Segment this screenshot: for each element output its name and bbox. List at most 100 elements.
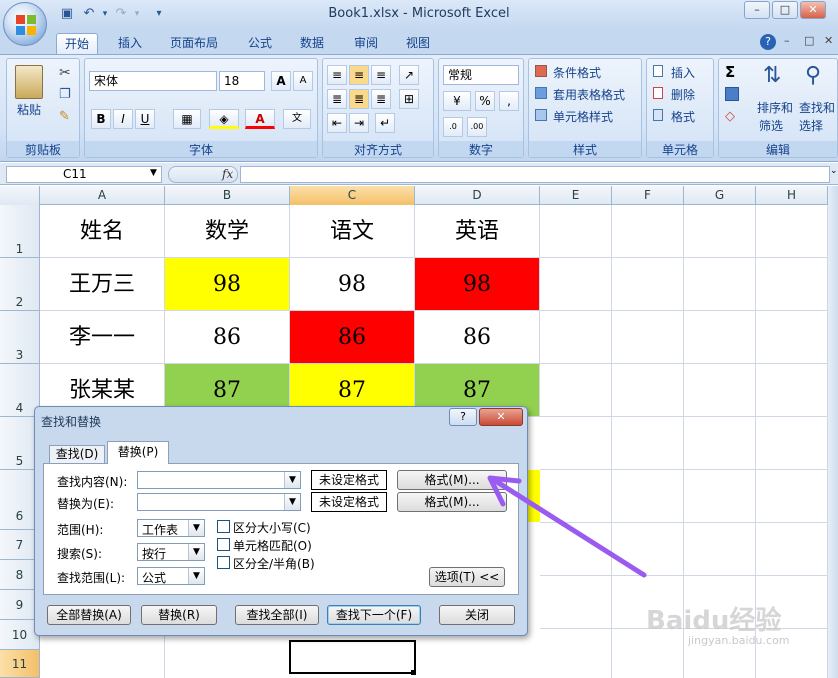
office-button[interactable] [3, 2, 47, 46]
cell-styles-button[interactable]: 单元格样式 [553, 108, 613, 125]
cell-c2[interactable]: 98 [290, 258, 415, 311]
cell-a3[interactable]: 李一一 [40, 311, 165, 364]
dialog-help-button[interactable]: ? [449, 408, 477, 426]
align-left-icon[interactable]: ≣ [327, 89, 347, 109]
fill-color-icon[interactable]: ◈ [209, 109, 239, 129]
clear-icon[interactable]: ◇ [725, 109, 735, 124]
cell-b3[interactable]: 86 [165, 311, 290, 364]
tab-find[interactable]: 查找(D) [49, 445, 105, 463]
replace-button[interactable]: 替换(R) [141, 605, 217, 625]
find-select-label-1[interactable]: 查找和 [799, 99, 835, 116]
sort-filter-label-2[interactable]: 筛选 [759, 117, 783, 134]
match-case-label[interactable]: 区分大小写(C) [233, 519, 311, 536]
name-box[interactable]: C11 [6, 166, 162, 183]
ribbon-close-icon[interactable]: ✕ [824, 34, 833, 47]
shrink-font-button[interactable]: A [293, 71, 313, 91]
phonetic-icon[interactable]: 文 [283, 109, 311, 129]
tab-formulas[interactable]: 公式 [240, 33, 280, 54]
paste-icon[interactable] [15, 65, 43, 99]
currency-icon[interactable]: ¥ [443, 91, 471, 111]
scope-dropdown-icon[interactable]: ▼ [188, 520, 204, 536]
insert-function-icon[interactable]: fx [222, 167, 233, 181]
options-button[interactable]: 选项(T) << [429, 567, 505, 587]
replace-format-button[interactable]: 格式(M)... [397, 492, 507, 512]
row-header-1[interactable]: 1 [0, 205, 40, 258]
name-box-dropdown-icon[interactable]: ▼ [150, 168, 157, 178]
formula-input[interactable] [240, 166, 830, 183]
bold-button[interactable]: B [91, 109, 111, 129]
column-header-a[interactable]: A [40, 186, 165, 205]
replace-all-button[interactable]: 全部替换(A) [47, 605, 131, 625]
increase-indent-icon[interactable]: ⇥ [349, 113, 369, 133]
row-header-3[interactable]: 3 [0, 311, 40, 364]
column-header-c[interactable]: C [290, 186, 415, 205]
cell-c1[interactable]: 语文 [290, 205, 415, 258]
active-cell-c11[interactable] [289, 640, 416, 674]
tab-view[interactable]: 视图 [398, 33, 438, 54]
conditional-format-button[interactable]: 条件格式 [553, 64, 601, 81]
cell-b1[interactable]: 数学 [165, 205, 290, 258]
search-dropdown-icon[interactable]: ▼ [188, 544, 204, 560]
underline-button[interactable]: U [135, 109, 155, 129]
dialog-close-x-icon[interactable]: ✕ [479, 408, 523, 426]
increase-decimal-icon[interactable]: .0 [443, 117, 463, 137]
tab-home[interactable]: 开始 [56, 33, 99, 54]
borders-icon[interactable]: ▦ [173, 109, 201, 129]
fill-icon[interactable] [725, 87, 739, 101]
column-header-b[interactable]: B [165, 186, 290, 205]
match-cell-label[interactable]: 单元格匹配(O) [233, 537, 312, 554]
cell-c3[interactable]: 86 [290, 311, 415, 364]
find-select-label-2[interactable]: 选择 [799, 117, 823, 134]
match-width-label[interactable]: 区分全/半角(B) [233, 555, 315, 572]
match-cell-checkbox[interactable] [217, 538, 230, 551]
replace-with-dropdown-icon[interactable]: ▼ [284, 494, 300, 510]
fill-handle[interactable] [411, 670, 416, 675]
expand-formula-icon[interactable]: ⌄ [830, 166, 838, 176]
cell-a1[interactable]: 姓名 [40, 205, 165, 258]
select-all-corner[interactable] [0, 186, 40, 205]
cell-a2[interactable]: 王万三 [40, 258, 165, 311]
wrap-text-icon[interactable]: ↵ [375, 113, 395, 133]
cell-b2[interactable]: 98 [165, 258, 290, 311]
match-case-checkbox[interactable] [217, 520, 230, 533]
paste-button[interactable]: 粘贴 [17, 101, 41, 118]
merge-center-icon[interactable]: ⊞ [399, 89, 419, 109]
column-header-h[interactable]: H [756, 186, 828, 205]
cell-d1[interactable]: 英语 [415, 205, 540, 258]
copy-icon[interactable]: ❐ [59, 87, 71, 102]
sort-filter-label-1[interactable]: 排序和 [757, 99, 793, 116]
close-window-button[interactable]: ✕ [800, 1, 826, 19]
column-header-d[interactable]: D [415, 186, 540, 205]
tab-data[interactable]: 数据 [292, 33, 332, 54]
find-what-dropdown-icon[interactable]: ▼ [284, 472, 300, 488]
align-bottom-icon[interactable]: ≡ [371, 65, 391, 85]
grow-font-button[interactable]: A [271, 71, 291, 91]
find-format-button[interactable]: 格式(M)... [397, 470, 507, 490]
maximize-button[interactable]: □ [772, 1, 798, 19]
search-select[interactable]: 按行 ▼ [137, 543, 205, 561]
vertical-scrollbar[interactable] [828, 186, 838, 678]
scope-select[interactable]: 工作表 ▼ [137, 519, 205, 537]
format-painter-icon[interactable]: ✎ [59, 109, 70, 124]
cut-icon[interactable]: ✂ [59, 65, 71, 81]
cell-d3[interactable]: 86 [415, 311, 540, 364]
help-icon[interactable]: ? [760, 34, 776, 50]
comma-button[interactable]: , [499, 91, 519, 111]
column-header-f[interactable]: F [612, 186, 684, 205]
align-right-icon[interactable]: ≣ [371, 89, 391, 109]
ribbon-restore-icon[interactable]: □ [804, 34, 814, 47]
ribbon-minimize-icon[interactable]: – [784, 34, 790, 47]
tab-insert[interactable]: 插入 [110, 33, 150, 54]
look-in-dropdown-icon[interactable]: ▼ [188, 568, 204, 584]
font-name-combo[interactable]: 宋体 [89, 71, 217, 91]
percent-button[interactable]: % [475, 91, 495, 111]
font-size-combo[interactable]: 18 [219, 71, 265, 91]
column-header-e[interactable]: E [540, 186, 612, 205]
tab-review[interactable]: 审阅 [346, 33, 386, 54]
italic-button[interactable]: I [113, 109, 133, 129]
find-all-button[interactable]: 查找全部(I) [235, 605, 319, 625]
cell-d2[interactable]: 98 [415, 258, 540, 311]
match-width-checkbox[interactable] [217, 556, 230, 569]
autosum-icon[interactable]: Σ [725, 63, 735, 81]
row-header-2[interactable]: 2 [0, 258, 40, 311]
